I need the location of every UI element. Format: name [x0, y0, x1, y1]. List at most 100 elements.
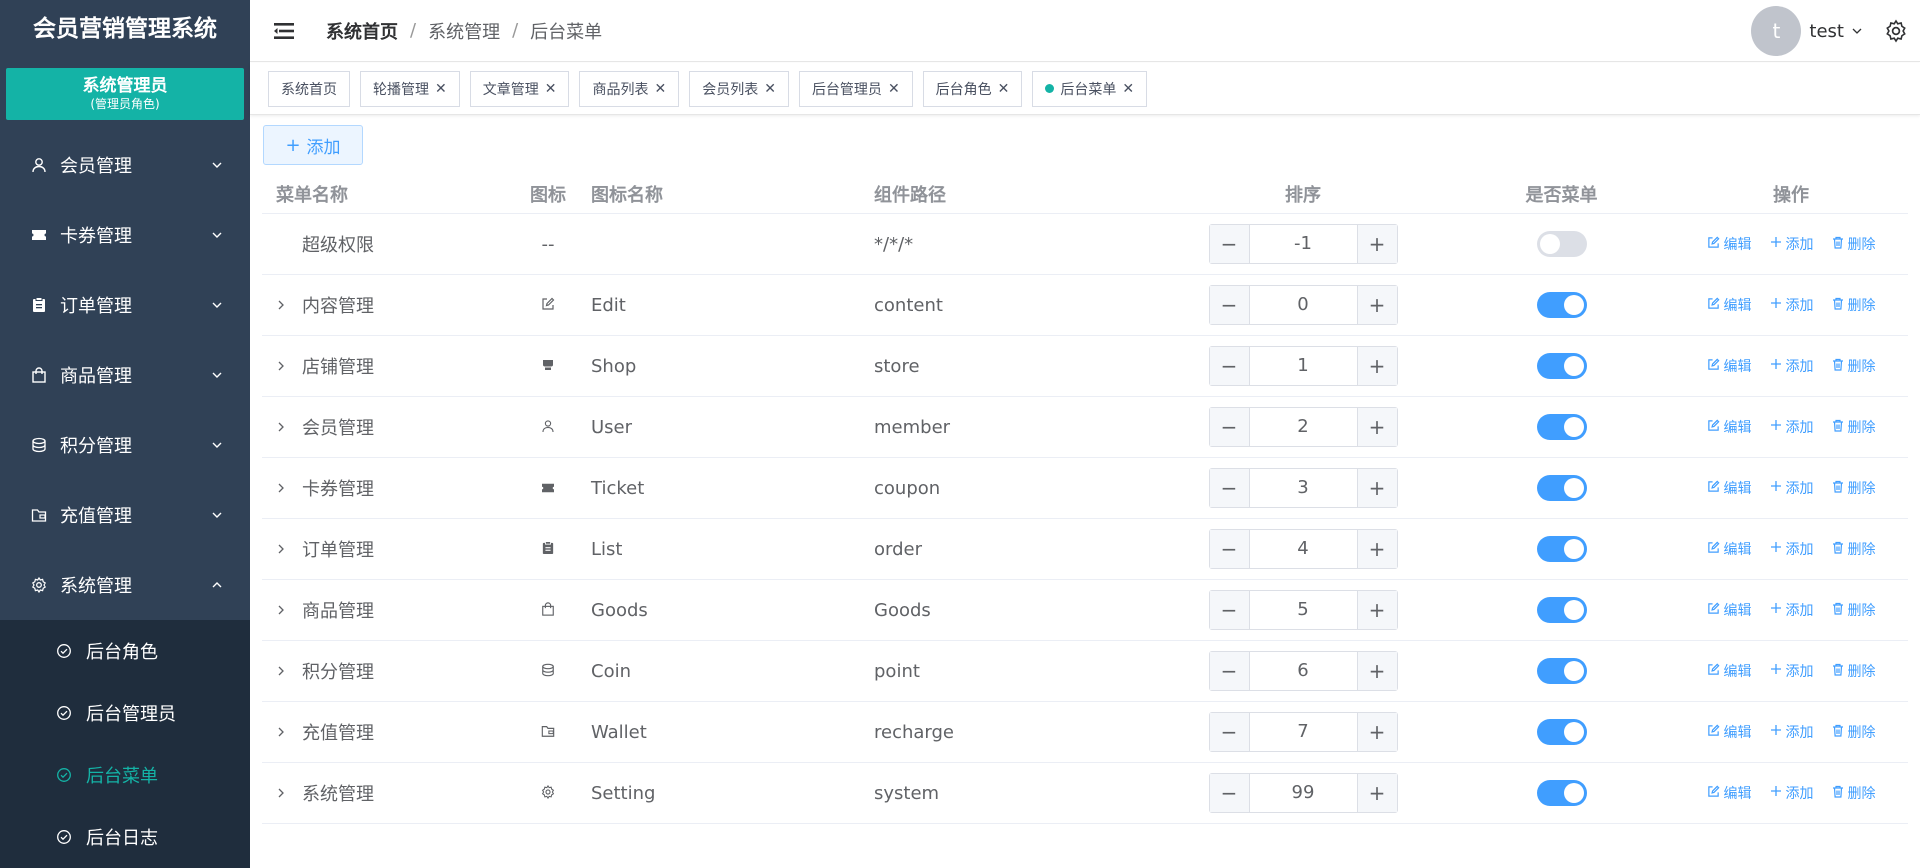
- tag-item[interactable]: 轮播管理 ✕: [360, 70, 460, 107]
- sort-input[interactable]: 3: [1250, 469, 1357, 507]
- delete-button[interactable]: 删除: [1832, 295, 1876, 315]
- expand-chevron-icon[interactable]: [276, 723, 290, 742]
- decrement-button[interactable]: −: [1209, 225, 1250, 263]
- decrement-button[interactable]: −: [1209, 591, 1250, 629]
- add-child-button[interactable]: 添加: [1770, 478, 1814, 498]
- add-child-button[interactable]: 添加: [1770, 600, 1814, 620]
- decrement-button[interactable]: −: [1209, 713, 1250, 751]
- sort-input[interactable]: 5: [1250, 591, 1357, 629]
- sidebar-item-system[interactable]: 系统管理: [0, 550, 250, 620]
- close-icon[interactable]: ✕: [764, 81, 776, 97]
- increment-button[interactable]: +: [1356, 347, 1397, 385]
- delete-button[interactable]: 删除: [1832, 722, 1876, 742]
- edit-button[interactable]: 编辑: [1707, 661, 1752, 681]
- breadcrumb-item-home[interactable]: 系统首页: [326, 18, 398, 44]
- menu-toggle[interactable]: [1536, 719, 1587, 745]
- chevron-down-icon[interactable]: [1850, 24, 1864, 38]
- sort-input[interactable]: 4: [1250, 530, 1357, 568]
- increment-button[interactable]: +: [1356, 408, 1397, 446]
- expand-chevron-icon[interactable]: [276, 784, 290, 803]
- decrement-button[interactable]: −: [1209, 652, 1250, 690]
- close-icon[interactable]: ✕: [1122, 81, 1134, 97]
- edit-button[interactable]: 编辑: [1707, 356, 1752, 376]
- increment-button[interactable]: +: [1356, 713, 1397, 751]
- expand-chevron-icon[interactable]: [276, 601, 290, 620]
- tag-item[interactable]: 后台角色 ✕: [922, 70, 1023, 107]
- edit-button[interactable]: 编辑: [1707, 234, 1752, 254]
- tag-item[interactable]: 商品列表 ✕: [579, 70, 680, 107]
- menu-toggle[interactable]: [1536, 597, 1587, 623]
- sort-input[interactable]: 1: [1250, 347, 1357, 385]
- increment-button[interactable]: +: [1356, 286, 1397, 324]
- sort-input[interactable]: 7: [1250, 713, 1357, 751]
- decrement-button[interactable]: −: [1209, 469, 1250, 507]
- edit-button[interactable]: 编辑: [1707, 539, 1752, 559]
- sidebar-item-coupon[interactable]: 卡券管理: [0, 200, 250, 270]
- tag-item-active[interactable]: 后台菜单 ✕: [1032, 70, 1148, 107]
- decrement-button[interactable]: −: [1209, 774, 1250, 812]
- sort-input[interactable]: 0: [1250, 286, 1357, 324]
- edit-button[interactable]: 编辑: [1707, 783, 1752, 803]
- increment-button[interactable]: +: [1356, 591, 1397, 629]
- add-child-button[interactable]: 添加: [1770, 295, 1814, 315]
- tag-item[interactable]: 系统首页: [268, 70, 350, 107]
- delete-button[interactable]: 删除: [1832, 478, 1876, 498]
- expand-chevron-icon[interactable]: [276, 418, 290, 437]
- decrement-button[interactable]: −: [1209, 530, 1250, 568]
- sidebar-item-order[interactable]: 订单管理: [0, 270, 250, 340]
- tag-item[interactable]: 会员列表 ✕: [689, 70, 789, 107]
- delete-button[interactable]: 删除: [1832, 417, 1876, 437]
- delete-button[interactable]: 删除: [1832, 356, 1876, 376]
- expand-chevron-icon[interactable]: [276, 479, 290, 498]
- increment-button[interactable]: +: [1356, 225, 1397, 263]
- add-child-button[interactable]: 添加: [1770, 417, 1814, 437]
- close-icon[interactable]: ✕: [545, 81, 557, 97]
- increment-button[interactable]: +: [1356, 530, 1397, 568]
- sidebar-item-member[interactable]: 会员管理: [0, 130, 250, 200]
- sidebar-subitem-role[interactable]: 后台角色: [0, 620, 250, 682]
- delete-button[interactable]: 删除: [1832, 539, 1876, 559]
- add-child-button[interactable]: 添加: [1770, 356, 1814, 376]
- delete-button[interactable]: 删除: [1832, 234, 1876, 254]
- close-icon[interactable]: ✕: [654, 81, 666, 97]
- expand-chevron-icon[interactable]: [276, 540, 290, 559]
- menu-toggle[interactable]: [1536, 231, 1587, 257]
- edit-button[interactable]: 编辑: [1707, 478, 1752, 498]
- close-icon[interactable]: ✕: [998, 81, 1010, 97]
- expand-chevron-icon[interactable]: [276, 357, 290, 376]
- menu-toggle[interactable]: [1536, 353, 1587, 379]
- increment-button[interactable]: +: [1356, 469, 1397, 507]
- username-dropdown[interactable]: test: [1809, 21, 1844, 42]
- gear-icon[interactable]: [1884, 19, 1908, 43]
- menu-toggle[interactable]: [1536, 475, 1587, 501]
- edit-button[interactable]: 编辑: [1707, 295, 1752, 315]
- close-icon[interactable]: ✕: [435, 81, 447, 97]
- menu-toggle[interactable]: [1536, 536, 1587, 562]
- delete-button[interactable]: 删除: [1832, 661, 1876, 681]
- menu-toggle[interactable]: [1536, 780, 1587, 806]
- decrement-button[interactable]: −: [1209, 408, 1250, 446]
- add-child-button[interactable]: 添加: [1770, 722, 1814, 742]
- sort-input[interactable]: 99: [1250, 774, 1357, 812]
- delete-button[interactable]: 删除: [1832, 600, 1876, 620]
- decrement-button[interactable]: −: [1209, 286, 1250, 324]
- sidebar-subitem-menu[interactable]: 后台菜单: [0, 744, 250, 806]
- sidebar-subitem-admin[interactable]: 后台管理员: [0, 682, 250, 744]
- add-child-button[interactable]: 添加: [1770, 783, 1814, 803]
- edit-button[interactable]: 编辑: [1707, 417, 1752, 437]
- sidebar-item-goods[interactable]: 商品管理: [0, 340, 250, 410]
- add-child-button[interactable]: 添加: [1770, 661, 1814, 681]
- sort-input[interactable]: -1: [1250, 225, 1357, 263]
- increment-button[interactable]: +: [1356, 652, 1397, 690]
- add-child-button[interactable]: 添加: [1770, 539, 1814, 559]
- close-icon[interactable]: ✕: [888, 81, 900, 97]
- decrement-button[interactable]: −: [1209, 347, 1250, 385]
- menu-toggle[interactable]: [1536, 414, 1587, 440]
- tag-item[interactable]: 文章管理 ✕: [469, 70, 570, 107]
- delete-button[interactable]: 删除: [1832, 783, 1876, 803]
- add-child-button[interactable]: 添加: [1770, 234, 1814, 254]
- expand-chevron-icon[interactable]: [276, 662, 290, 681]
- increment-button[interactable]: +: [1356, 774, 1397, 812]
- sidebar-subitem-log[interactable]: 后台日志: [0, 806, 250, 868]
- add-button[interactable]: + 添加: [263, 125, 363, 165]
